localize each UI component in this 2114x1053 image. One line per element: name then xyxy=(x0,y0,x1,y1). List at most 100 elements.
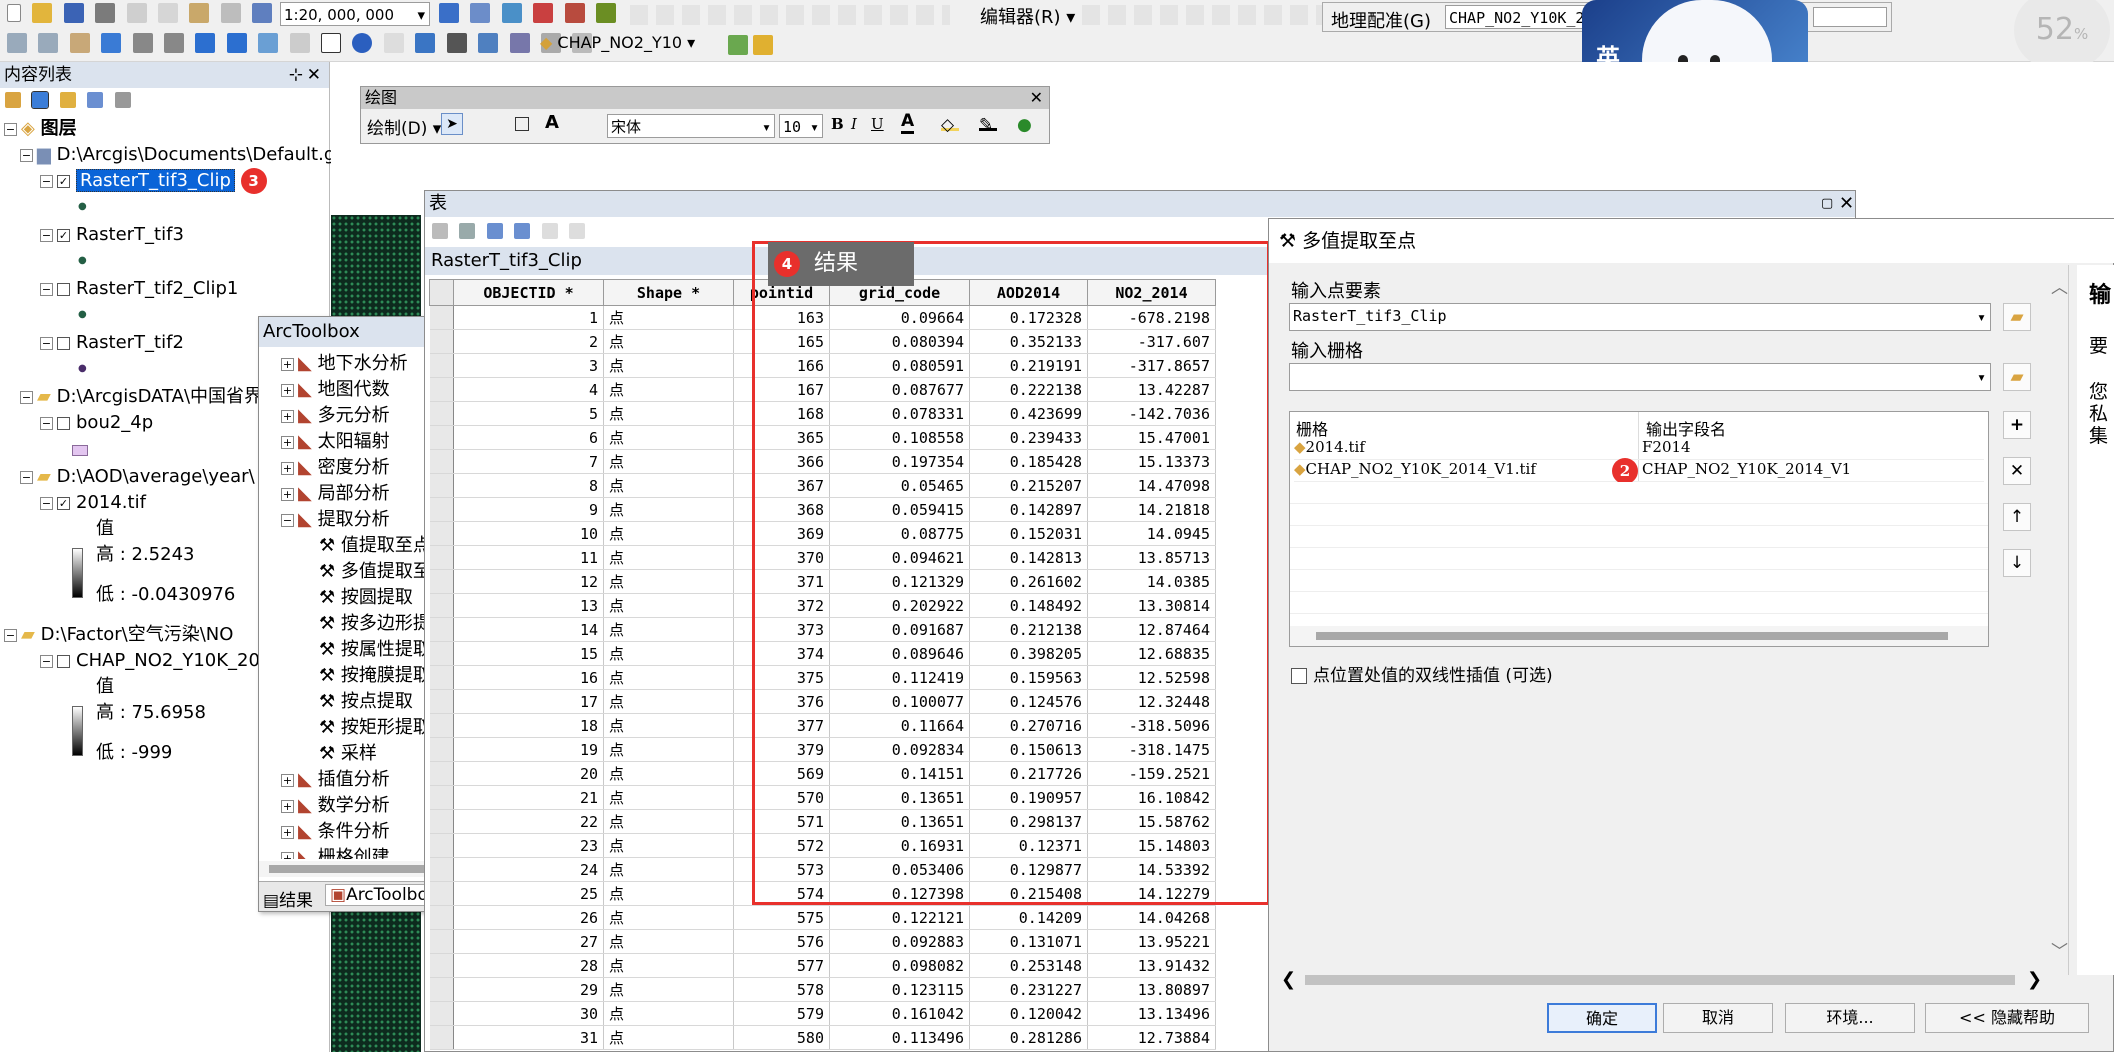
table-cell[interactable]: 27 xyxy=(453,929,604,954)
row-selector[interactable] xyxy=(429,593,454,618)
visibility-checkbox[interactable] xyxy=(57,416,70,430)
row-selector[interactable] xyxy=(429,1001,454,1026)
table-cell[interactable]: 16 xyxy=(453,665,604,690)
table-cell[interactable]: 点 xyxy=(603,353,734,378)
row-selector[interactable] xyxy=(429,473,454,498)
table-cell[interactable]: 575 xyxy=(733,905,830,930)
font-color-icon[interactable]: A xyxy=(901,111,915,134)
toolset-math[interactable]: + ◣ 数学分析 xyxy=(281,793,390,819)
copy-icon[interactable] xyxy=(158,3,179,23)
scale-combobox[interactable]: 1:20, 000, 000 ▾ xyxy=(280,2,430,26)
browse-points-button[interactable]: ▰ xyxy=(2003,303,2031,331)
toc-layer-2014-tif[interactable]: − ✓ 2014.tif xyxy=(40,490,146,516)
table-cell[interactable]: 7 xyxy=(453,449,604,474)
georef-layer-combobox[interactable]: CHAP_NO2_Y10K_20 xyxy=(1445,5,1595,29)
editor-menu[interactable]: 编辑器(R) ▾ xyxy=(980,3,1075,29)
bold-button[interactable]: B xyxy=(831,115,844,133)
list-by-drawing-order-icon[interactable] xyxy=(5,92,21,108)
table-cell[interactable]: 15 xyxy=(453,641,604,666)
text-a-icon[interactable]: A xyxy=(545,112,559,133)
table-cell[interactable]: 点 xyxy=(603,425,734,450)
table-cell[interactable]: 13.13496 xyxy=(1087,1001,1216,1026)
select-by-attributes-icon[interactable] xyxy=(486,223,503,239)
row-selector[interactable] xyxy=(429,449,454,474)
row-selector[interactable] xyxy=(429,833,454,858)
scrollbar-thumb[interactable] xyxy=(1305,975,2015,985)
row-selector[interactable] xyxy=(429,737,454,762)
table-cell[interactable]: 0.113496 xyxy=(829,1025,970,1050)
toolset-local[interactable]: + ◣ 局部分析 xyxy=(281,481,390,507)
table-cell[interactable]: 点 xyxy=(603,449,734,474)
table-cell[interactable]: 18 xyxy=(453,713,604,738)
tool-extract-values-to-points[interactable]: ⚒ 值提取至点 xyxy=(319,533,431,559)
georef-menu[interactable]: 地理配准(G) xyxy=(1331,7,1431,33)
full-extent-icon[interactable] xyxy=(101,33,122,53)
toolbox-icon[interactable] xyxy=(564,3,585,23)
toolset-solar[interactable]: + ◣ 太阳辐射 xyxy=(281,429,390,455)
toolset-raster-creation[interactable]: + ◣ 栅格创建 xyxy=(281,845,390,859)
table-cell[interactable]: 13.91432 xyxy=(1087,953,1216,978)
table-cell[interactable]: 24 xyxy=(453,857,604,882)
fixed-zoom-out-icon[interactable] xyxy=(164,33,185,53)
row-selector[interactable] xyxy=(429,929,454,954)
related-tables-icon[interactable] xyxy=(459,223,476,239)
table-cell[interactable]: 点 xyxy=(603,545,734,570)
row-selector[interactable] xyxy=(429,785,454,810)
table-cell[interactable]: 点 xyxy=(603,785,734,810)
table-cell[interactable]: 19 xyxy=(453,737,604,762)
zoom-out-icon[interactable] xyxy=(38,33,59,53)
table-cell[interactable]: 22 xyxy=(453,809,604,834)
select-elements-icon[interactable] xyxy=(321,33,342,53)
table-cell[interactable]: 0.231227 xyxy=(969,977,1088,1002)
visibility-checkbox[interactable]: ✓ xyxy=(57,228,70,242)
effects-icon[interactable] xyxy=(728,35,748,55)
grid-row[interactable]: ◆CHAP_NO2_Y10K_2014_V1.tif 2 CHAP_NO2_Y1… xyxy=(1294,458,1984,484)
table-cell[interactable]: 13 xyxy=(453,593,604,618)
table-cell[interactable]: 577 xyxy=(733,953,830,978)
toolset-multivariate[interactable]: + ◣ 多元分析 xyxy=(281,403,390,429)
forward-icon[interactable] xyxy=(226,33,247,53)
italic-button[interactable]: I xyxy=(851,115,857,133)
close-icon[interactable]: ✕ xyxy=(1839,191,1854,217)
table-cell[interactable]: 31 xyxy=(453,1025,604,1050)
open-icon[interactable] xyxy=(32,3,53,23)
row-selector[interactable] xyxy=(429,641,454,666)
layer-combobox[interactable]: ◆ CHAP_NO2_Y10 ▾ xyxy=(540,33,720,57)
add-row-button[interactable]: + xyxy=(2003,411,2031,439)
table-cell[interactable]: 点 xyxy=(603,881,734,906)
print-icon[interactable] xyxy=(95,3,116,23)
dialog-vscrollbar[interactable]: ︿ ﹀ xyxy=(2049,273,2068,962)
toolset-extraction[interactable]: − ◣ 提取分析 xyxy=(281,507,390,533)
table-cell[interactable]: 0.120042 xyxy=(969,1001,1088,1026)
marker-color-icon[interactable]: ● xyxy=(1017,115,1032,135)
tool-extract-by-attributes[interactable]: ⚒ 按属性提取 xyxy=(319,637,431,663)
visibility-checkbox[interactable] xyxy=(57,282,70,296)
back-icon[interactable] xyxy=(195,33,216,53)
row-selector[interactable] xyxy=(429,689,454,714)
row-selector[interactable] xyxy=(429,617,454,642)
table-cell[interactable]: 点 xyxy=(603,521,734,546)
table-cell[interactable]: 点 xyxy=(603,737,734,762)
row-selector[interactable] xyxy=(429,305,454,330)
row-selector[interactable] xyxy=(429,1025,454,1050)
row-selector[interactable] xyxy=(429,521,454,546)
toolset-map-algebra[interactable]: + ◣ 地图代数 xyxy=(281,377,390,403)
python-icon[interactable] xyxy=(596,3,617,23)
toc-folder-aod[interactable]: − ▰ D:\AOD\average\year\ xyxy=(20,464,255,490)
toolset-interpolation[interactable]: + ◣ 插值分析 xyxy=(281,767,390,793)
table-row[interactable]: 31 点 580 0.113496 0.281286 12.73884 xyxy=(429,1025,1216,1050)
table-cell[interactable]: 1 xyxy=(453,305,604,330)
list-by-selection-icon[interactable] xyxy=(87,92,104,108)
select-features-icon[interactable] xyxy=(258,33,279,53)
fixed-zoom-in-icon[interactable] xyxy=(132,33,153,53)
row-selector[interactable] xyxy=(429,665,454,690)
list-by-visibility-icon[interactable] xyxy=(59,92,76,108)
zoom-in-icon[interactable] xyxy=(7,33,27,53)
cancel-button[interactable]: 取消 xyxy=(1663,1003,1773,1033)
environments-button[interactable]: 环境... xyxy=(1785,1003,1915,1033)
tool-extract-by-mask[interactable]: ⚒ 按掩膜提取 xyxy=(319,663,431,689)
table-cell[interactable]: 点 xyxy=(603,473,734,498)
row-selector[interactable] xyxy=(429,977,454,1002)
delete-icon[interactable] xyxy=(220,3,241,23)
row-selector[interactable] xyxy=(429,377,454,402)
